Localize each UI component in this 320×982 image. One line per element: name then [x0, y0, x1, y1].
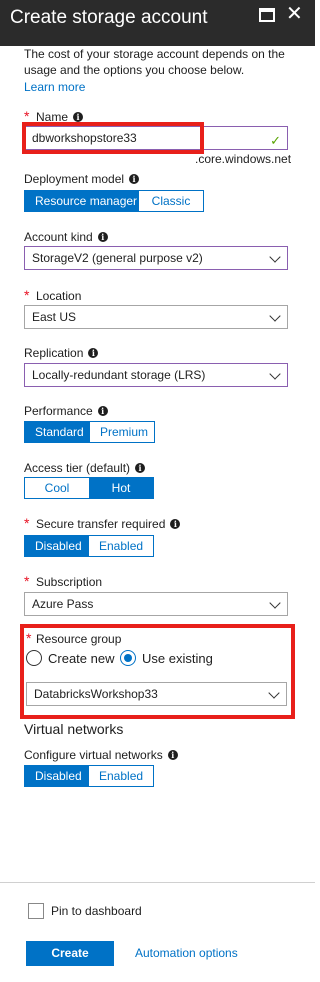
option-disabled[interactable]: Disabled: [25, 766, 89, 786]
secure-transfer-toggle: Disabled Enabled: [24, 535, 154, 557]
info-icon[interactable]: i: [135, 463, 146, 473]
option-disabled[interactable]: Disabled: [25, 536, 89, 556]
required-marker: *: [24, 287, 30, 303]
access-tier-label: Access tier (default) i: [24, 461, 146, 475]
maximize-icon[interactable]: [259, 8, 275, 22]
subscription-label: Subscription: [36, 575, 103, 589]
account-kind-label: Account kind i: [24, 230, 108, 244]
pin-to-dashboard[interactable]: Pin to dashboard: [28, 903, 142, 919]
option-standard[interactable]: Standard: [25, 422, 90, 442]
option-classic[interactable]: Classic: [139, 191, 203, 211]
required-marker: *: [24, 108, 30, 124]
info-icon[interactable]: i: [88, 348, 99, 358]
chevron-down-icon: [269, 310, 281, 322]
info-icon[interactable]: i: [73, 112, 84, 122]
resource-group-dropdown[interactable]: DatabricksWorkshop33: [26, 682, 287, 706]
create-button[interactable]: Create: [26, 941, 114, 966]
required-marker: *: [24, 515, 30, 531]
resource-group-label: Resource group: [36, 632, 122, 646]
configure-vnet-toggle: Disabled Enabled: [24, 765, 154, 787]
chevron-down-icon: [268, 687, 280, 699]
replication-label: Replication i: [24, 346, 99, 360]
location-label: Location: [36, 289, 82, 303]
deployment-model-toggle: Resource manager Classic: [24, 190, 204, 212]
required-marker: *: [26, 630, 32, 646]
secure-transfer-label: Secure transfer required i: [36, 517, 181, 531]
automation-options-link[interactable]: Automation options: [135, 946, 238, 960]
name-suffix: .core.windows.net: [195, 152, 292, 166]
info-icon[interactable]: i: [97, 232, 108, 242]
performance-label: Performance i: [24, 404, 108, 418]
configure-vnet-label: Configure virtual networks i: [24, 748, 178, 762]
close-icon[interactable]: ✕: [286, 2, 303, 26]
radio-circle[interactable]: [26, 650, 42, 666]
location-dropdown[interactable]: East US: [24, 305, 288, 329]
chevron-down-icon: [269, 597, 281, 609]
checkmark-icon: ✓: [270, 133, 281, 148]
option-premium[interactable]: Premium: [90, 422, 154, 442]
blade-header: Create storage account ✕: [0, 0, 315, 46]
option-hot[interactable]: Hot: [89, 478, 153, 498]
chevron-down-icon: [269, 368, 281, 380]
chevron-down-icon: [269, 251, 281, 263]
deployment-model-label: Deployment model i: [24, 172, 140, 186]
checkbox[interactable]: [28, 903, 44, 919]
radio-circle[interactable]: [120, 650, 136, 666]
info-icon[interactable]: i: [167, 750, 178, 760]
option-enabled[interactable]: Enabled: [89, 536, 153, 556]
radio-create-new[interactable]: Create new: [26, 650, 114, 666]
option-enabled[interactable]: Enabled: [89, 766, 153, 786]
replication-dropdown[interactable]: Locally-redundant storage (LRS): [24, 363, 288, 387]
highlight-box: [22, 122, 204, 154]
info-icon[interactable]: i: [170, 519, 181, 529]
radio-use-existing[interactable]: Use existing: [120, 650, 213, 666]
blade-title: Create storage account: [10, 7, 208, 28]
virtual-networks-heading: Virtual networks: [24, 721, 124, 737]
required-marker: *: [24, 573, 30, 589]
subscription-dropdown[interactable]: Azure Pass: [24, 592, 288, 616]
option-resource-manager[interactable]: Resource manager: [25, 191, 139, 211]
performance-toggle: Standard Premium: [24, 421, 155, 443]
cost-description: The cost of your storage account depends…: [24, 47, 285, 77]
info-icon[interactable]: i: [97, 406, 108, 416]
option-cool[interactable]: Cool: [25, 478, 89, 498]
info-icon[interactable]: i: [129, 174, 140, 184]
footer-divider: [0, 882, 315, 883]
access-tier-toggle: Cool Hot: [24, 477, 154, 499]
learn-more-link[interactable]: Learn more: [24, 80, 85, 94]
account-kind-dropdown[interactable]: StorageV2 (general purpose v2): [24, 246, 288, 270]
